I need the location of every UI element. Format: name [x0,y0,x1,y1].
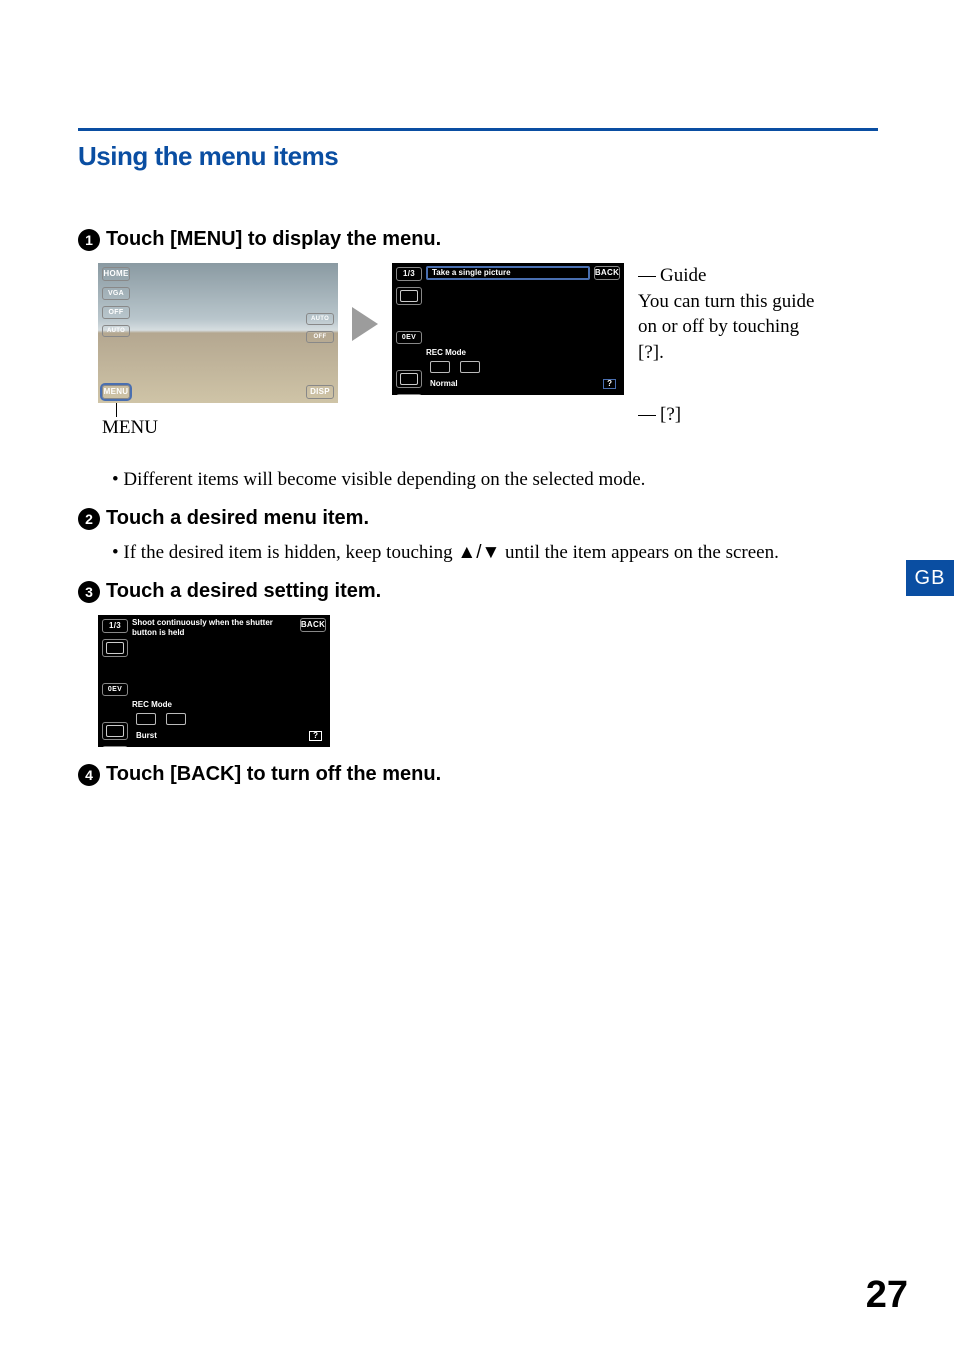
step-4-title: Touch [BACK] to turn off the menu. [106,763,441,786]
step-1-heading: 1 Touch [MENU] to display the menu. [78,228,878,251]
camera-setting-screen: 1/3 0EV ▼ Shoot continuously when the sh… [98,615,330,747]
guide-body: You can turn this guide on or off by tou… [638,289,818,366]
note-1: Different items will become visible depe… [112,469,878,491]
help-button[interactable]: ? [603,379,616,389]
sidebar-auto[interactable]: AUTO [102,325,130,337]
page-title: Using the menu items [78,141,878,172]
option-burst-c[interactable] [166,713,186,725]
mode-icon-1[interactable] [396,287,422,305]
page-indicator[interactable]: 1/3 [396,267,422,281]
arrow-icon [352,307,378,341]
rec-mode-options [426,359,620,375]
step-3-title: Touch a desired setting item. [106,580,381,603]
leader-line-2 [638,415,656,416]
step-number-3: 3 [78,581,100,603]
heading-rule [78,128,878,131]
camera-menu-screen: 1/3 0EV ▼ Take a single picture BACK REC… [392,263,624,395]
step-2-title: Touch a desired menu item. [106,507,369,530]
guide-q: [?] [660,404,681,425]
rec-mode-options-c [132,711,326,727]
disp-button[interactable]: DISP [306,385,334,399]
step-4-heading: 4 Touch [BACK] to turn off the menu. [78,763,878,786]
leader-line [638,276,656,277]
page-number: 27 [866,1274,908,1317]
menu-button[interactable]: MENU [102,385,130,399]
status-text-c: Burst [136,732,157,740]
mode-icon-c1[interactable] [102,639,128,657]
macro-off[interactable]: OFF [306,331,334,343]
rec-mode-label: REC Mode [426,349,466,357]
camera-shooting-screen: HOME VGA OFF AUTO AUTO OFF MENU DISP [98,263,338,403]
down-arrow-c[interactable]: ▼ [102,746,128,747]
home-button[interactable]: HOME [102,267,130,281]
menu-tip-c: Shoot continuously when the shutter butt… [132,618,296,637]
step-number-2: 2 [78,508,100,530]
step-number-4: 4 [78,764,100,786]
flash-auto[interactable]: AUTO [306,313,334,325]
step-3-heading: 3 Touch a desired setting item. [78,580,878,603]
page-indicator-c[interactable]: 1/3 [102,619,128,633]
ev-button-c[interactable]: 0EV [102,683,128,696]
down-arrow[interactable]: ▼ [396,394,422,395]
language-tab: GB [906,560,954,596]
mode-icon-2[interactable] [396,370,422,388]
step-number-1: 1 [78,229,100,251]
option-single[interactable] [430,361,450,373]
rec-mode-label-c: REC Mode [132,701,172,709]
option-single-c[interactable] [136,713,156,725]
note-2: If the desired item is hidden, keep touc… [112,542,878,564]
menu-caption: MENU [102,417,338,439]
vga-indicator[interactable]: VGA [102,287,130,300]
step-1-title: Touch [MENU] to display the menu. [106,228,441,251]
mode-icon-c2[interactable] [102,722,128,740]
guide-title: Guide [660,265,706,286]
back-button-c[interactable]: BACK [300,618,326,632]
option-burst[interactable] [460,361,480,373]
status-text: Normal [430,380,458,388]
step-2-heading: 2 Touch a desired menu item. [78,507,878,530]
sidebar-off-1[interactable]: OFF [102,306,130,319]
back-button[interactable]: BACK [594,266,620,280]
menu-tip: Take a single picture [426,266,590,280]
ev-button[interactable]: 0EV [396,331,422,344]
help-button-c[interactable]: ? [309,731,322,741]
